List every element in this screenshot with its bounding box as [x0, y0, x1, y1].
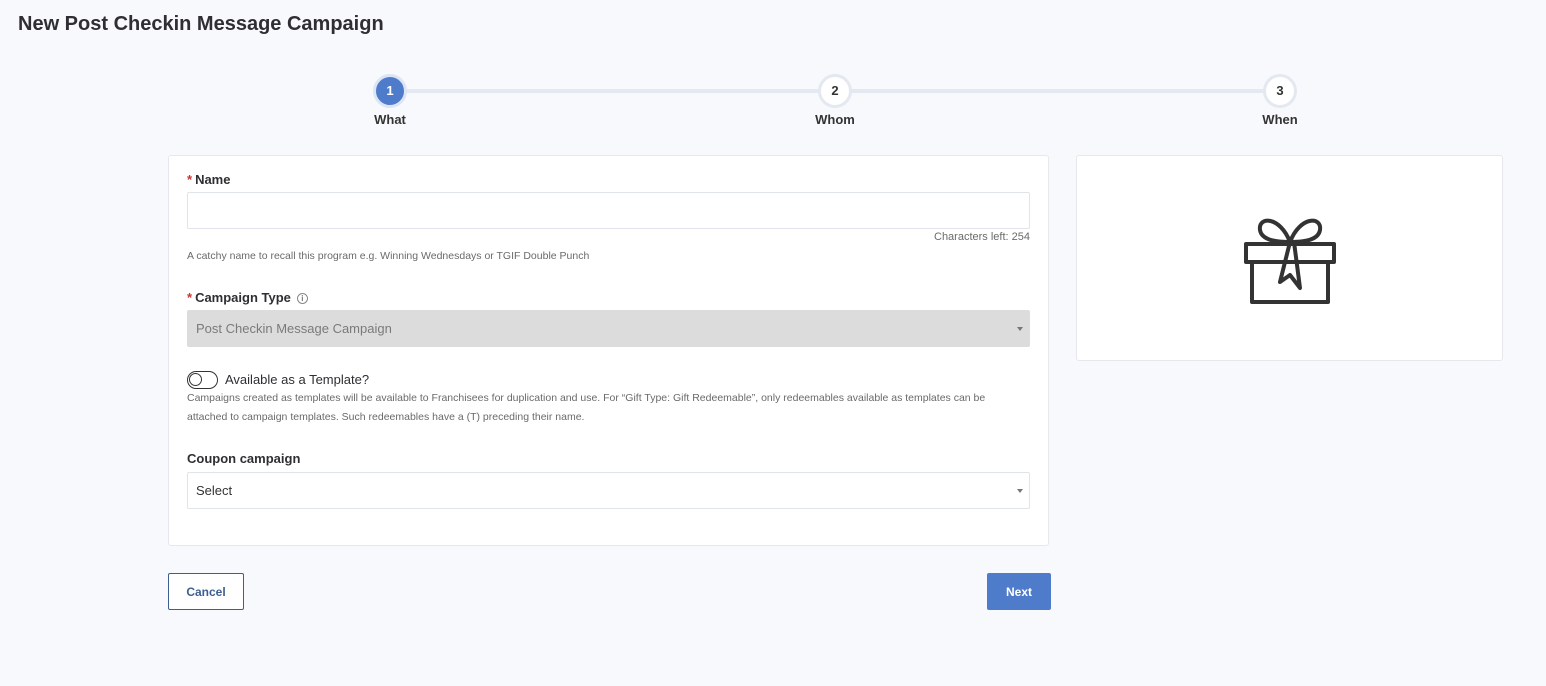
- step-whom[interactable]: 2 Whom: [785, 74, 885, 127]
- next-button[interactable]: Next: [987, 573, 1051, 610]
- campaign-type-select: Post Checkin Message Campaign: [187, 310, 1030, 347]
- step-label: When: [1262, 112, 1298, 127]
- step-number: 2: [818, 74, 852, 108]
- step-number: 3: [1263, 74, 1297, 108]
- required-marker: *: [187, 172, 193, 187]
- chevron-down-icon: [1017, 327, 1023, 331]
- name-hint: A catchy name to recall this program e.g…: [187, 250, 590, 262]
- toggle-knob: [189, 373, 202, 386]
- required-marker: *: [187, 290, 193, 305]
- gift-icon: [1244, 218, 1336, 304]
- step-label: Whom: [815, 112, 855, 127]
- step-number: 1: [373, 74, 407, 108]
- coupon-campaign-select[interactable]: Select: [187, 472, 1030, 509]
- coupon-campaign-label: Coupon campaign: [187, 451, 301, 466]
- characters-left: Characters left: 254: [934, 231, 1030, 243]
- preview-card: [1076, 155, 1503, 361]
- chevron-down-icon: [1017, 489, 1023, 493]
- campaign-form-card: * Name Characters left: 254 A catchy name…: [168, 155, 1049, 546]
- name-label: * Name: [187, 172, 231, 187]
- template-toggle[interactable]: [187, 371, 218, 389]
- step-what[interactable]: 1 What: [340, 74, 440, 127]
- campaign-type-label: * Campaign Type i: [187, 290, 308, 305]
- page-title: New Post Checkin Message Campaign: [18, 13, 384, 35]
- step-label: What: [374, 112, 406, 127]
- step-line-1-2: [390, 89, 835, 93]
- template-hint: Campaigns created as templates will be a…: [187, 392, 986, 423]
- step-when[interactable]: 3 When: [1230, 74, 1330, 127]
- cancel-button[interactable]: Cancel: [168, 573, 244, 610]
- template-toggle-label: Available as a Template?: [225, 372, 370, 387]
- name-input[interactable]: [187, 192, 1030, 229]
- step-line-2-3: [835, 89, 1280, 93]
- info-icon[interactable]: i: [296, 293, 308, 304]
- progress-stepper: 1 What 2 Whom 3 When: [340, 74, 1330, 134]
